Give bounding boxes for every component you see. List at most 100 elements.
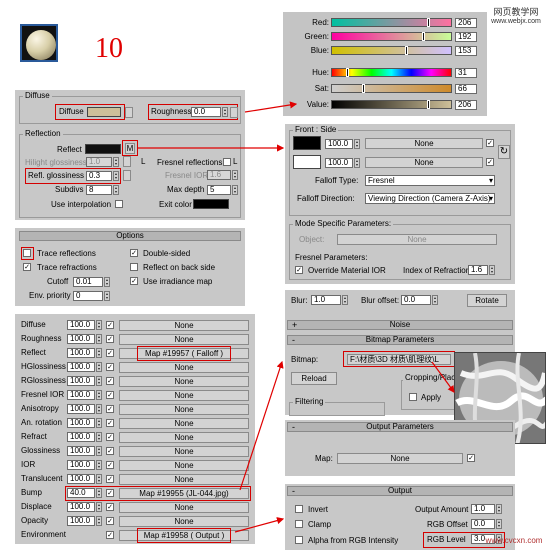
blue-value[interactable]: 153: [455, 46, 477, 56]
map-row-spinner[interactable]: [96, 460, 102, 470]
cutoff-spinner[interactable]: [104, 277, 110, 287]
map-row-checkbox[interactable]: [106, 475, 114, 483]
map-row-amount[interactable]: 100.0: [67, 334, 95, 344]
map-row-checkbox[interactable]: [106, 405, 114, 413]
hilight-lock-button[interactable]: [123, 156, 131, 167]
sat-slider[interactable]: [331, 84, 452, 93]
map-row-checkbox[interactable]: [106, 419, 114, 427]
env-priority-field[interactable]: 0: [73, 291, 103, 301]
subdivs-spinner[interactable]: [113, 185, 119, 195]
noise-header[interactable]: Noise: [287, 320, 513, 330]
invert-checkbox[interactable]: [295, 505, 303, 513]
map-row-amount[interactable]: 100.0: [67, 460, 95, 470]
map-row-checkbox[interactable]: [106, 461, 114, 469]
reload-button[interactable]: Reload: [291, 372, 337, 385]
reflect-color-swatch[interactable]: [85, 144, 121, 154]
rotate-button[interactable]: Rotate: [467, 294, 507, 307]
map-row-checkbox[interactable]: [106, 321, 114, 329]
max-depth-spinner[interactable]: [232, 185, 238, 195]
map-row-slot-button[interactable]: None: [119, 362, 249, 373]
map-row-spinner[interactable]: [96, 502, 102, 512]
map-row-amount[interactable]: 100.0: [67, 502, 95, 512]
reflect-map-button[interactable]: M: [125, 143, 135, 154]
map-row-amount[interactable]: 100.0: [67, 376, 95, 386]
refl-glossiness-field[interactable]: 0.3: [86, 171, 112, 181]
rgb-offset-field[interactable]: 0.0: [471, 519, 495, 529]
bitmap-path-button[interactable]: F:\材质\3D 材质\肌理纹\L: [347, 354, 451, 365]
map-row-checkbox[interactable]: [106, 349, 114, 357]
cutoff-field[interactable]: 0.01: [73, 277, 103, 287]
side-map-checkbox[interactable]: [486, 158, 494, 166]
map-row-amount[interactable]: 100.0: [67, 390, 95, 400]
blue-slider[interactable]: [331, 46, 452, 55]
front-color-swatch[interactable]: [293, 136, 321, 150]
map-row-checkbox[interactable]: [106, 433, 114, 441]
trace-reflections-checkbox[interactable]: [23, 249, 31, 257]
map-row-amount[interactable]: 100.0: [67, 348, 95, 358]
map-row-slot-button[interactable]: None: [119, 446, 249, 457]
map-row-checkbox[interactable]: [106, 503, 114, 511]
blur-offset-field[interactable]: 0.0: [401, 295, 431, 305]
use-irradiance-checkbox[interactable]: [130, 277, 138, 285]
map-row-spinner[interactable]: [96, 474, 102, 484]
front-amount-field[interactable]: 100.0: [325, 139, 353, 149]
map-row-spinner[interactable]: [96, 446, 102, 456]
clamp-checkbox[interactable]: [295, 520, 303, 528]
map-row-amount[interactable]: 100.0: [67, 432, 95, 442]
refl-glossiness-map-button[interactable]: [123, 170, 131, 181]
map-row-slot-button[interactable]: None: [119, 320, 249, 331]
blur-field[interactable]: 1.0: [311, 295, 341, 305]
map-row-spinner[interactable]: [96, 376, 102, 386]
falloff-direction-dropdown[interactable]: Viewing Direction (Camera Z-Axis): [365, 193, 495, 204]
map-row-spinner[interactable]: [96, 320, 102, 330]
diffuse-map-button[interactable]: [125, 107, 133, 118]
hilight-glossiness-spinner[interactable]: [113, 157, 119, 167]
roughness-field[interactable]: 0.0: [191, 107, 221, 117]
map-row-amount[interactable]: 100.0: [67, 418, 95, 428]
map-row-amount[interactable]: 100.0: [67, 516, 95, 526]
hue-value[interactable]: 31: [455, 68, 477, 78]
map-row-slot-button[interactable]: None: [119, 418, 249, 429]
map-row-checkbox[interactable]: [106, 377, 114, 385]
green-value[interactable]: 192: [455, 32, 477, 42]
front-map-button[interactable]: None: [365, 138, 483, 149]
map-row-amount[interactable]: 100.0: [67, 404, 95, 414]
map-row-spinner[interactable]: [96, 390, 102, 400]
hilight-glossiness-field[interactable]: 1.0: [86, 157, 112, 167]
map-row-spinner[interactable]: [96, 362, 102, 372]
map-row-spinner[interactable]: [96, 348, 102, 358]
reflect-back-checkbox[interactable]: [130, 263, 138, 271]
fresnel-reflections-checkbox[interactable]: [223, 158, 231, 166]
ior-spinner[interactable]: [489, 265, 495, 275]
map-row-slot-button[interactable]: None: [119, 376, 249, 387]
map-row-slot-button[interactable]: None: [119, 502, 249, 513]
output-amount-spinner[interactable]: [496, 504, 502, 514]
map-row-slot-button[interactable]: None: [119, 432, 249, 443]
apply-checkbox[interactable]: [409, 393, 417, 401]
hue-slider[interactable]: [331, 68, 452, 77]
material-preview-swatch[interactable]: [20, 24, 58, 62]
map-row-spinner[interactable]: [96, 418, 102, 428]
map-row-slot-button[interactable]: None: [119, 516, 249, 527]
rgb-offset-spinner[interactable]: [496, 519, 502, 529]
expand-plus-icon[interactable]: +: [292, 320, 297, 330]
fresnel-ior-field[interactable]: 1.6: [207, 170, 231, 180]
value-value[interactable]: 206: [455, 100, 477, 110]
map-row-spinner[interactable]: [96, 516, 102, 526]
map-row-amount[interactable]: 100.0: [67, 474, 95, 484]
green-slider[interactable]: [331, 32, 452, 41]
front-map-checkbox[interactable]: [486, 139, 494, 147]
bitmap-parameters-header[interactable]: Bitmap Parameters: [287, 335, 513, 345]
map-row-spinner[interactable]: [96, 334, 102, 344]
sat-value[interactable]: 66: [455, 84, 477, 94]
map-row-slot-button[interactable]: None: [119, 334, 249, 345]
map-row-checkbox[interactable]: [106, 391, 114, 399]
side-map-button[interactable]: None: [365, 157, 483, 168]
trace-refractions-checkbox[interactable]: [23, 263, 31, 271]
front-amount-spinner[interactable]: [354, 139, 360, 149]
red-slider[interactable]: [331, 18, 452, 27]
map-row-spinner[interactable]: [96, 432, 102, 442]
map-row-checkbox[interactable]: [106, 335, 114, 343]
collapse-minus-icon-2[interactable]: -: [292, 422, 295, 432]
l-button[interactable]: L: [141, 157, 145, 167]
